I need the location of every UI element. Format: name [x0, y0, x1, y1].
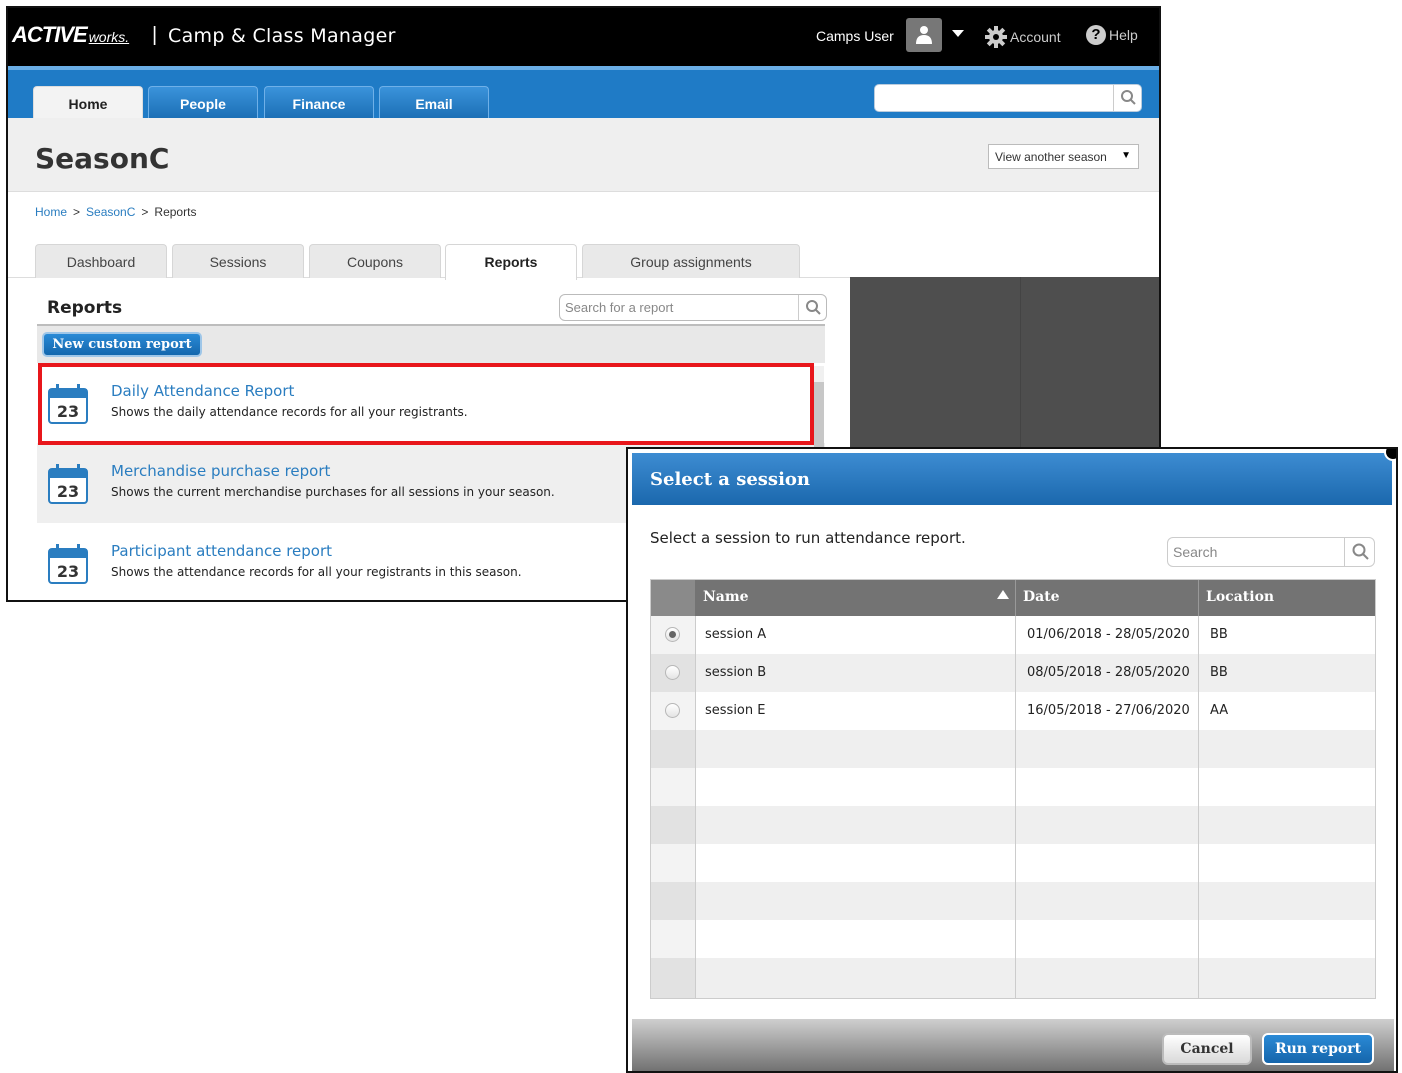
scrollbar-thumb[interactable]	[814, 382, 824, 454]
table-row[interactable]: session A 01/06/2018 - 28/05/2020 BB	[651, 616, 1375, 654]
season-header: SeasonC View another season ▼	[8, 118, 1159, 192]
report-description: Shows the current merchandise purchases …	[111, 485, 555, 499]
nav-tab-people[interactable]: People	[148, 86, 258, 120]
table-header: Name Date Location	[651, 580, 1375, 616]
nav-tab-email[interactable]: Email	[379, 86, 489, 120]
help-label: Help	[1109, 27, 1138, 43]
report-title[interactable]: Merchandise purchase report	[111, 462, 330, 480]
session-location: AA	[1210, 703, 1229, 718]
help-menu[interactable]: ? Help	[1086, 25, 1138, 45]
season-tabs: Dashboard Sessions Coupons Reports Group…	[8, 244, 1159, 280]
dropdown-arrow-icon: ▼	[1121, 150, 1131, 161]
empty-row	[651, 844, 1375, 882]
nav-tab-home[interactable]: Home	[33, 86, 143, 120]
user-name[interactable]: Camps User	[816, 28, 894, 44]
session-radio[interactable]	[665, 703, 680, 718]
tab-sessions[interactable]: Sessions	[172, 244, 304, 278]
report-description: Shows the attendance records for all you…	[111, 565, 522, 579]
report-search-button[interactable]	[798, 295, 826, 320]
search-icon	[806, 300, 821, 315]
calendar-icon: 23	[48, 544, 88, 584]
nav-tab-finance[interactable]: Finance	[264, 86, 374, 120]
sessions-table: Name Date Location session A 01/06/2018 …	[650, 579, 1376, 999]
column-header-name[interactable]: Name	[695, 580, 1015, 616]
empty-row	[651, 768, 1375, 806]
tab-coupons[interactable]: Coupons	[309, 244, 441, 278]
table-row[interactable]: session E 16/05/2018 - 27/06/2020 AA	[651, 692, 1375, 730]
session-name: session A	[705, 627, 767, 642]
session-radio[interactable]	[665, 627, 680, 642]
column-header-date[interactable]: Date	[1015, 580, 1198, 616]
dialog-instructions: Select a session to run attendance repor…	[650, 529, 966, 547]
gear-icon	[985, 26, 1007, 48]
help-icon: ?	[1086, 25, 1106, 45]
svg-text:23: 23	[57, 482, 79, 501]
dialog-footer: Cancel Run report	[632, 1019, 1394, 1071]
top-bar: ACTIVE works. | Camp & Class Manager Camp…	[8, 8, 1159, 66]
session-location: BB	[1210, 627, 1228, 642]
cancel-button[interactable]: Cancel	[1162, 1033, 1252, 1065]
session-name: session E	[705, 703, 766, 718]
empty-row	[651, 730, 1375, 768]
season-selector-label: View another season	[995, 150, 1107, 164]
season-selector[interactable]: View another season ▼	[988, 144, 1139, 169]
dialog-header: Select a session	[632, 453, 1392, 505]
session-search-placeholder: Search	[1173, 544, 1218, 560]
dialog-title: Select a session	[650, 469, 810, 490]
activeworks-logo[interactable]: ACTIVE works.	[12, 22, 129, 48]
session-name: session B	[705, 665, 767, 680]
session-date: 01/06/2018 - 28/05/2020	[1027, 627, 1190, 642]
reports-heading: Reports	[47, 298, 123, 318]
report-search-placeholder: Search for a report	[565, 300, 674, 315]
calendar-icon: 23	[48, 464, 88, 504]
search-icon	[1352, 543, 1369, 560]
breadcrumb-separator: >	[73, 205, 81, 219]
highlight-annotation	[38, 363, 814, 445]
session-search-input[interactable]: Search	[1167, 537, 1375, 567]
session-radio[interactable]	[665, 665, 680, 680]
tab-reports[interactable]: Reports	[445, 244, 577, 280]
session-location: BB	[1210, 665, 1228, 680]
search-button[interactable]	[1113, 85, 1141, 111]
session-date: 16/05/2018 - 27/06/2020	[1027, 703, 1190, 718]
tab-dashboard[interactable]: Dashboard	[35, 244, 167, 278]
chevron-down-icon[interactable]	[952, 30, 964, 37]
main-nav: Home People Finance Email	[8, 66, 1159, 120]
sort-ascending-icon[interactable]	[997, 590, 1009, 599]
report-search-input[interactable]: Search for a report	[559, 294, 827, 321]
empty-row	[651, 882, 1375, 920]
search-icon	[1121, 90, 1136, 105]
global-search-input[interactable]	[874, 84, 1142, 112]
empty-row	[651, 958, 1375, 998]
new-custom-report-button[interactable]: New custom report	[42, 332, 202, 357]
session-search-button[interactable]	[1344, 538, 1374, 566]
reports-toolbar: New custom report	[37, 326, 825, 363]
breadcrumb: Home > SeasonC > Reports	[35, 205, 196, 219]
empty-row	[651, 806, 1375, 844]
table-row[interactable]: session B 08/05/2018 - 28/05/2020 BB	[651, 654, 1375, 692]
report-title[interactable]: Participant attendance report	[111, 542, 332, 560]
breadcrumb-season[interactable]: SeasonC	[86, 205, 135, 219]
account-menu[interactable]: Account	[985, 26, 1061, 48]
avatar[interactable]	[906, 18, 942, 52]
session-date: 08/05/2018 - 28/05/2020	[1027, 665, 1190, 680]
page-title: SeasonC	[35, 142, 170, 175]
app-title: Camp & Class Manager	[168, 25, 396, 47]
run-report-button[interactable]: Run report	[1262, 1033, 1374, 1065]
user-icon	[916, 26, 932, 44]
logo-separator: |	[152, 24, 158, 46]
column-header-location[interactable]: Location	[1198, 580, 1375, 616]
account-label: Account	[1010, 29, 1061, 45]
svg-text:23: 23	[57, 562, 79, 581]
empty-row	[651, 920, 1375, 958]
breadcrumb-current: Reports	[154, 205, 197, 219]
tab-group-assignments[interactable]: Group assignments	[582, 244, 800, 278]
select-session-dialog: Select a session Select a session to run…	[626, 447, 1398, 1073]
breadcrumb-separator: >	[141, 205, 149, 219]
breadcrumb-home[interactable]: Home	[35, 205, 67, 219]
